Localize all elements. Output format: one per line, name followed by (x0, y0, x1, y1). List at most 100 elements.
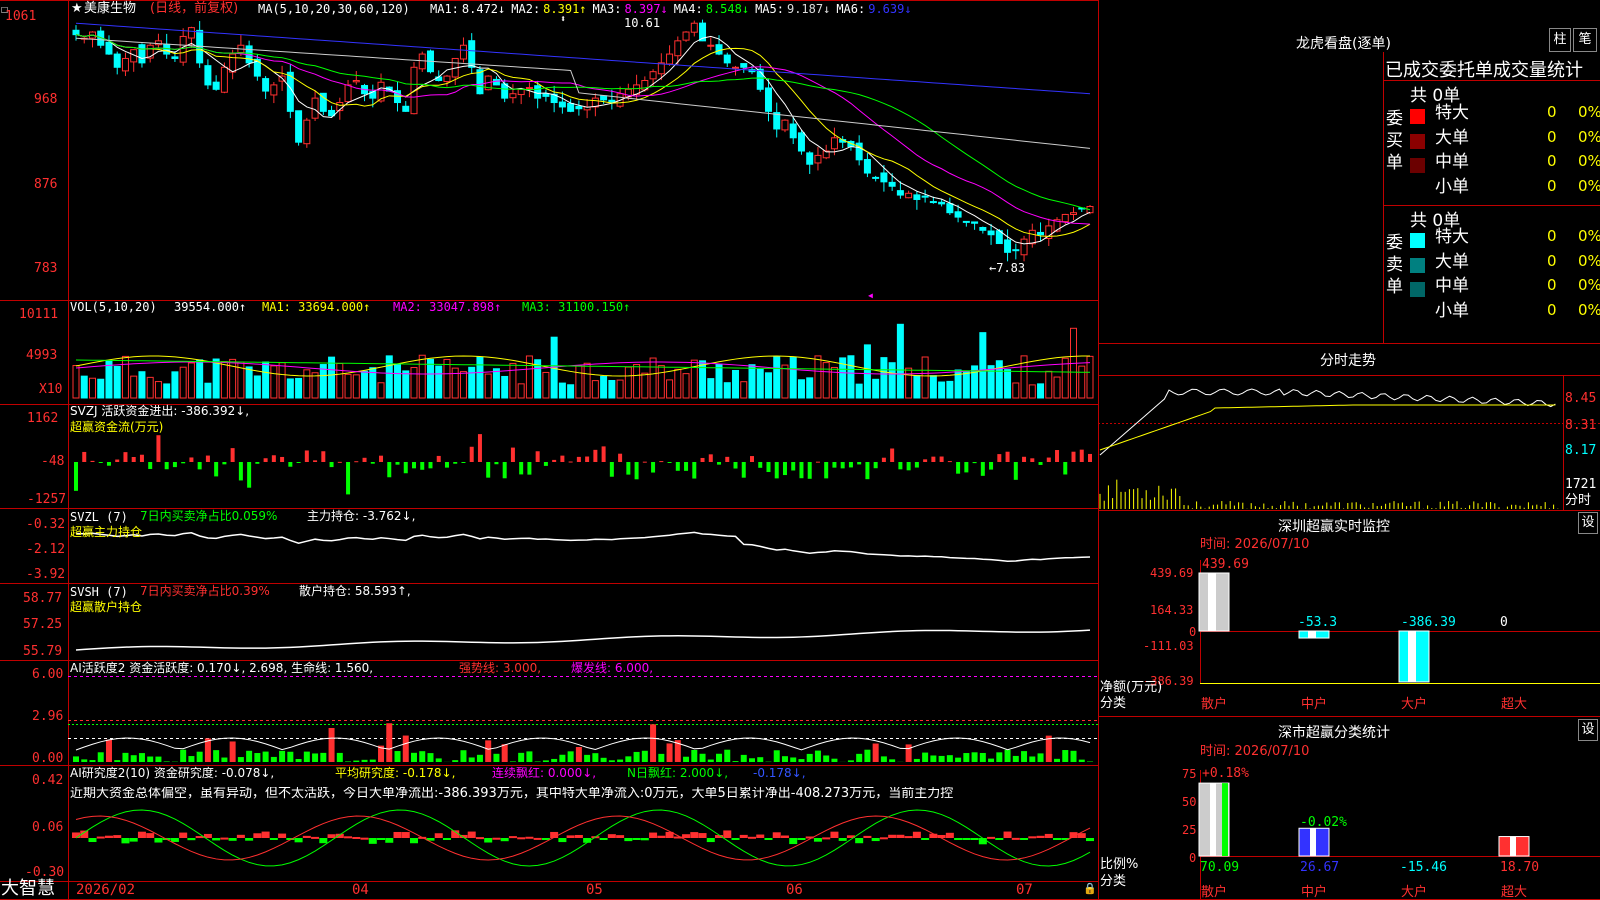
svzj-bar (840, 462, 845, 469)
ai-active-bar (155, 756, 162, 762)
volume-bar (525, 355, 533, 399)
period-mode[interactable]: (日线，前复权) (150, 2, 238, 15)
volume-bar (270, 365, 278, 399)
svzj-bar (585, 456, 590, 462)
volume-bar (468, 366, 476, 399)
volume-bar (1045, 370, 1053, 399)
svzj-bar (90, 460, 95, 462)
candle-body (1037, 231, 1045, 236)
volume-bar (451, 367, 459, 399)
volume-bar (797, 379, 805, 399)
ai-active-bar (196, 751, 203, 762)
sz-bar-highlight (1408, 631, 1416, 682)
svzj-bar (510, 447, 515, 462)
svzj-bar (1005, 451, 1010, 462)
ai-research-bar (912, 831, 921, 838)
ai-active-bar (105, 739, 112, 762)
svzj-bar (1088, 453, 1092, 462)
svzj-bar (420, 462, 425, 470)
szc-bottom-label: 70.09 (1200, 860, 1240, 875)
svzl-line (75, 531, 1091, 562)
svzj-bar (461, 462, 466, 463)
svzj-bar (618, 453, 623, 462)
ai-active-bar (237, 757, 244, 762)
szc-y-2: 25 (1182, 823, 1197, 837)
ai-active-bar (526, 751, 533, 762)
bar-mode-button[interactable]: 柱 (1549, 28, 1571, 52)
candle-body (806, 152, 814, 165)
ai-active-bar (180, 749, 187, 762)
sell-row-label: 小单 (1435, 300, 1469, 321)
volume-bar (187, 362, 195, 399)
candle-body (921, 195, 929, 198)
y-tick-main-2: 876 (34, 177, 58, 192)
svzj-bar (890, 448, 895, 462)
sz-classify-settings-button[interactable]: 设 (1578, 719, 1598, 741)
ai-research-bar (129, 838, 138, 842)
svzj-bar (74, 462, 78, 491)
svzj-bar (568, 461, 573, 463)
svzj-bar (477, 434, 482, 462)
svzj-bar (403, 462, 408, 474)
candle-body (896, 190, 904, 196)
svzj-bar (651, 462, 656, 473)
svzj-bar (370, 462, 375, 464)
sell-row-value: 0 (1547, 276, 1557, 294)
ai-active-bar (394, 751, 401, 762)
vol-ma3-line (75, 359, 1091, 373)
svzj-bar (115, 459, 120, 462)
candle-body (509, 93, 517, 99)
volume-bar (979, 332, 987, 399)
y-tick-svsh-1: 57.25 (23, 617, 63, 632)
lock-icon[interactable]: 🔒 (1083, 883, 1097, 894)
svzj-bar (98, 462, 103, 463)
candle-body (938, 201, 946, 205)
candle-body (311, 97, 319, 119)
svzj-bar (997, 454, 1002, 462)
pen-mode-button[interactable]: 笔 (1573, 28, 1597, 52)
ai-research-label: AI研究度2(10) 资金研究度: -0.078↓, (70, 766, 275, 780)
volume-bar (385, 355, 393, 399)
y-tick-main-1: 968 (34, 92, 58, 107)
ai-active-bar (889, 759, 896, 762)
ma-line (75, 34, 1091, 245)
app-name[interactable]: 大智慧 (1, 880, 55, 898)
volume-bar (212, 358, 220, 399)
sz-monitor-title: 深圳超赢实时监控 (1278, 519, 1390, 535)
volume-bar (1004, 369, 1012, 399)
candle-body (1061, 213, 1069, 223)
svsh-label: SVSH (7) (70, 585, 128, 599)
candle-body (187, 27, 195, 39)
volume-bar (163, 383, 171, 399)
ai-active-bar (81, 759, 88, 762)
volume-bar (905, 367, 913, 399)
ai-active-strong: 强势线: 3.000, (459, 661, 542, 675)
ai-research-bar (995, 838, 1004, 840)
candle-body (303, 119, 311, 145)
ai-active-bar (509, 761, 516, 762)
ai-active-bar (716, 753, 723, 762)
favorite-star-icon[interactable]: ★ (71, 2, 83, 15)
ai-active-bar (1029, 756, 1036, 762)
sz-category-label: 中户 (1301, 697, 1328, 712)
ma-readouts: MA1: 8.472↓ MA2: 8.391↑ MA3: 8.397↓ MA4: 8.548↓… (430, 3, 912, 15)
svzj-bar (799, 462, 804, 479)
candle-body (575, 105, 583, 110)
ai-active-bar (575, 746, 582, 762)
ai-active-bar (287, 751, 294, 762)
svzj-bar (1013, 462, 1018, 480)
sz-monitor-settings-button[interactable]: 设 (1578, 512, 1598, 534)
stock-chart-canvas[interactable]: ⬍◀ (0, 0, 1600, 900)
svzj-bar (280, 456, 285, 462)
ai-research-bar (1003, 831, 1012, 838)
sell-row-pct: 0% (1578, 251, 1600, 270)
ai-active-bar (757, 757, 764, 762)
candle-body (542, 93, 550, 97)
candle-body (105, 41, 113, 55)
ai-research-bar (170, 838, 179, 842)
candle-body (229, 53, 237, 73)
volume-bar (121, 355, 129, 399)
ai-research-bar (682, 834, 691, 838)
candle-body (517, 88, 525, 96)
ai-research-bar (113, 835, 122, 838)
